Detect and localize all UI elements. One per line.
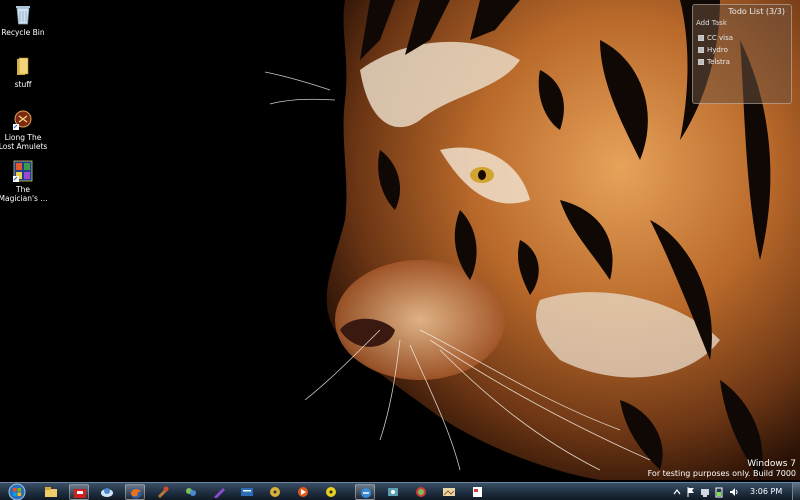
taskbar-button-media[interactable] xyxy=(293,484,313,500)
radiation-icon xyxy=(326,487,336,497)
tiger-wallpaper xyxy=(0,0,800,500)
desktop-icon-label: Liong The Lost Amulets xyxy=(0,133,48,151)
desktop-icon-stuff[interactable]: stuff xyxy=(0,55,50,89)
volume-icon[interactable] xyxy=(729,486,739,498)
chat-icon xyxy=(186,488,196,496)
document-icon xyxy=(473,487,482,497)
taskbar-button-cloud[interactable] xyxy=(97,484,117,500)
taskbar-button-image[interactable] xyxy=(439,484,459,500)
folder-icon xyxy=(13,55,33,77)
taskbar-button-disk[interactable] xyxy=(265,484,285,500)
image-viewer-icon xyxy=(443,488,455,496)
desktop-icon-magician[interactable]: The Magician's ... xyxy=(0,160,50,203)
taskbar-button-radiation[interactable] xyxy=(321,484,341,500)
liong-game-icon xyxy=(13,108,33,130)
desktop-icon-recycle-bin[interactable]: Recycle Bin xyxy=(0,3,50,37)
cloud-app-icon xyxy=(101,488,113,497)
battery-icon[interactable] xyxy=(714,486,724,498)
fm-app-icon xyxy=(241,488,253,496)
todo-item[interactable]: Hydro xyxy=(698,46,728,54)
tools-icon xyxy=(158,486,169,498)
desktop-icon-label: The Magician's ... xyxy=(0,185,48,203)
add-task-input[interactable]: Add Task xyxy=(696,19,727,27)
taskbar-button-tools[interactable] xyxy=(153,484,173,500)
desktop-icon-label: stuff xyxy=(14,80,32,89)
todo-checkbox[interactable] xyxy=(698,47,704,53)
todo-item[interactable]: CC visa xyxy=(698,34,733,42)
pen-icon xyxy=(214,488,225,498)
firefox-icon xyxy=(130,487,142,499)
ie-icon xyxy=(361,488,371,498)
start-orb-icon xyxy=(8,483,26,500)
network-icon[interactable] xyxy=(700,486,710,498)
taskbar-button-paint[interactable] xyxy=(383,484,403,500)
todo-title: Todo List (3/3) xyxy=(728,7,785,16)
media-icon xyxy=(298,487,308,497)
desktop-icon-label: Recycle Bin xyxy=(1,28,45,37)
taskbar: 3:06 PM xyxy=(0,482,800,500)
build-watermark: Windows 7 For testing purposes only. Bui… xyxy=(648,459,796,479)
start-button[interactable] xyxy=(3,483,31,500)
watermark-build: For testing purposes only. Build 7000 xyxy=(647,469,796,478)
taskbar-button-explorer[interactable] xyxy=(41,484,61,500)
disk-icon xyxy=(270,487,280,497)
taskbar-button-ie[interactable] xyxy=(355,484,375,500)
todo-list-gadget: Todo List (3/3) Add Task CC visa Hydro T… xyxy=(692,4,792,104)
taskbar-button-fm[interactable] xyxy=(237,484,257,500)
taskbar-button-firefox[interactable] xyxy=(125,484,145,500)
globe-app-icon xyxy=(416,487,426,497)
action-center-flag-icon[interactable] xyxy=(686,486,696,498)
watermark-os: Windows 7 xyxy=(747,459,796,469)
recycle-bin-icon xyxy=(13,3,33,25)
taskbar-button-toolbox[interactable] xyxy=(69,484,89,500)
taskbar-button-globe[interactable] xyxy=(411,484,431,500)
taskbar-button-pen[interactable] xyxy=(209,484,229,500)
toolbox-icon xyxy=(74,489,86,498)
magician-game-icon xyxy=(13,160,33,182)
desktop-icon-liong[interactable]: Liong The Lost Amulets xyxy=(0,108,50,151)
todo-checkbox[interactable] xyxy=(698,35,704,41)
explorer-icon xyxy=(45,487,57,497)
taskbar-button-document[interactable] xyxy=(467,484,487,500)
todo-item[interactable]: Telstra xyxy=(698,58,730,66)
show-hidden-icons-icon[interactable] xyxy=(672,486,682,498)
show-desktop-button[interactable] xyxy=(792,483,800,500)
taskbar-clock[interactable]: 3:06 PM xyxy=(750,487,782,496)
taskbar-button-chat[interactable] xyxy=(181,484,201,500)
paint-icon xyxy=(388,488,398,496)
todo-checkbox[interactable] xyxy=(698,59,704,65)
